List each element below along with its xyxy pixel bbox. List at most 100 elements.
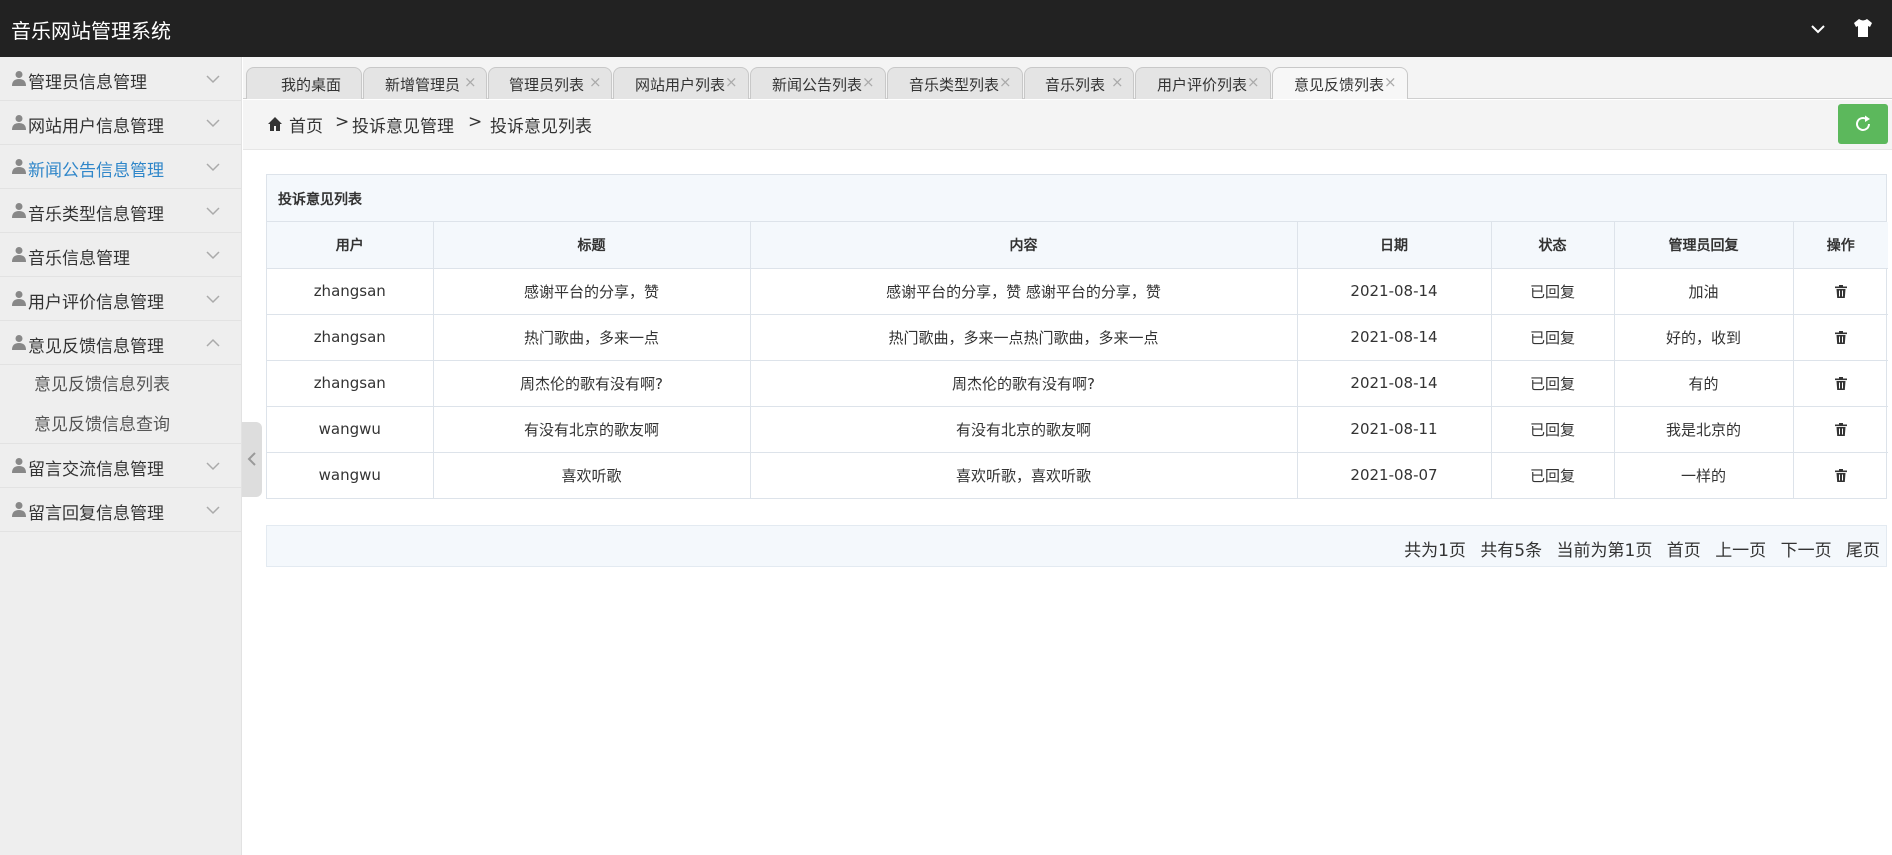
table-cell: 已回复 — [1491, 268, 1615, 315]
sidebar-collapse-handle[interactable] — [242, 422, 262, 497]
sidebar-item[interactable]: 留言交流信息管理 — [0, 444, 241, 488]
pager-current-page: 当前为第1页 — [1556, 541, 1653, 561]
pager-next-link[interactable]: 下一页 — [1781, 541, 1832, 561]
chevron-down-icon — [206, 295, 220, 304]
trash-icon[interactable] — [1834, 285, 1847, 298]
tab[interactable]: 新闻公告列表 × — [750, 67, 886, 99]
home-icon — [268, 117, 282, 131]
breadcrumb-level1[interactable]: 投诉意见管理 — [352, 112, 454, 137]
sidebar-item[interactable]: 音乐信息管理 — [0, 233, 241, 277]
close-icon[interactable]: × — [1111, 73, 1124, 91]
tab[interactable]: 音乐类型列表 × — [887, 67, 1023, 99]
table-row: wangwu 喜欢听歌 喜欢听歌，喜欢听歌 2021-08-07 已回复 一样的 — [267, 452, 1888, 498]
table-cell: 已回复 — [1491, 360, 1615, 407]
close-icon[interactable]: × — [464, 73, 477, 91]
chevron-down-icon — [206, 163, 220, 172]
user-icon — [12, 247, 26, 262]
tab-label: 网站用户列表 — [635, 76, 726, 94]
close-icon[interactable]: × — [589, 73, 602, 91]
tab[interactable]: 管理员列表 × — [488, 67, 612, 99]
pager-first-link[interactable]: 首页 — [1667, 541, 1701, 561]
table-cell-actions — [1793, 360, 1888, 407]
chevron-down-icon[interactable] — [1808, 19, 1828, 39]
user-icon — [12, 115, 26, 130]
column-header: 状态 — [1491, 222, 1615, 269]
sidebar-item[interactable]: 音乐类型信息管理 — [0, 189, 241, 233]
breadcrumb-home[interactable]: 首页 — [289, 112, 323, 137]
table-cell: 2021-08-14 — [1297, 268, 1492, 315]
breadcrumb-level2: 投诉意见列表 — [490, 117, 592, 137]
table-cell-actions — [1793, 406, 1888, 453]
table-cell: 热门歌曲，多来一点 — [433, 314, 751, 361]
breadcrumb-separator: > — [468, 112, 483, 132]
close-icon[interactable]: × — [1247, 73, 1260, 91]
table-row: wangwu 有没有北京的歌友啊 有没有北京的歌友啊 2021-08-11 已回复 我是北… — [267, 406, 1888, 453]
sidebar-item[interactable]: 用户评价信息管理 — [0, 277, 241, 321]
table-cell: 周杰伦的歌有没有啊? — [433, 360, 751, 407]
user-icon — [12, 291, 26, 306]
tab-label: 用户评价列表 — [1157, 76, 1248, 94]
table-cell: 喜欢听歌 — [433, 452, 751, 498]
sidebar-item[interactable]: 意见反馈信息管理 — [0, 321, 241, 365]
chevron-left-icon — [247, 452, 256, 466]
close-icon[interactable]: × — [1384, 73, 1397, 91]
tab-label: 我的桌面 — [281, 76, 342, 94]
sidebar-item[interactable]: 网站用户信息管理 — [0, 101, 241, 145]
trash-icon[interactable] — [1834, 469, 1847, 483]
sidebar-subitem[interactable]: 意见反馈信息列表 — [0, 373, 241, 413]
tab-label: 音乐类型列表 — [909, 76, 1000, 94]
table-cell: 周杰伦的歌有没有啊? — [750, 360, 1298, 407]
table-cell: 有没有北京的歌友啊 — [433, 406, 751, 453]
table-cell: 我是北京的 — [1614, 406, 1794, 453]
tab-label: 音乐列表 — [1045, 76, 1106, 94]
trash-icon[interactable] — [1834, 423, 1847, 436]
tab[interactable]: 新增管理员 × — [363, 67, 487, 99]
sidebar-item-label: 用户评价信息管理 — [28, 293, 164, 313]
sidebar-item[interactable]: 管理员信息管理 — [0, 57, 241, 101]
pager-prev-link[interactable]: 上一页 — [1715, 541, 1766, 561]
table-cell-actions — [1793, 452, 1888, 498]
column-header: 日期 — [1297, 222, 1492, 269]
pager-total-pages: 共为1页 — [1404, 541, 1466, 561]
refresh-button[interactable] — [1838, 104, 1888, 144]
pagination: 共为1页 共有5条 当前为第1页 首页 上一页 下一页 尾页 — [266, 525, 1887, 567]
close-icon[interactable]: × — [862, 73, 875, 91]
sidebar-item-label: 新闻公告信息管理 — [28, 161, 164, 181]
table-cell: 喜欢听歌，喜欢听歌 — [750, 452, 1298, 498]
sidebar-item-label: 管理员信息管理 — [28, 73, 147, 93]
chevron-down-icon — [206, 462, 220, 471]
table-cell: wangwu — [267, 452, 434, 498]
trash-icon[interactable] — [1834, 331, 1847, 344]
sidebar-item[interactable]: 新闻公告信息管理 — [0, 145, 241, 189]
tab[interactable]: 意见反馈列表 × — [1272, 67, 1408, 99]
sidebar-item[interactable]: 留言回复信息管理 — [0, 488, 241, 532]
table-cell: 加油 — [1614, 268, 1794, 315]
sidebar-item-label: 网站用户信息管理 — [28, 117, 164, 137]
chevron-down-icon — [206, 207, 220, 216]
tab[interactable]: 用户评价列表 × — [1135, 67, 1271, 99]
user-icon — [12, 502, 26, 517]
close-icon[interactable]: × — [999, 73, 1012, 91]
table-row: zhangsan 感谢平台的分享，赞 感谢平台的分享，赞 感谢平台的分享，赞 2021… — [267, 268, 1888, 315]
table-cell: 2021-08-11 — [1297, 406, 1492, 453]
tab[interactable]: 音乐列表 × — [1024, 67, 1134, 99]
tab-label: 意见反馈列表 — [1294, 76, 1385, 94]
feedback-list-panel: 投诉意见列表 用户 标题 内容 日期 状态 管理员回复 操作 zhangsan 感谢平台的分享… — [266, 174, 1888, 499]
close-icon[interactable]: × — [725, 73, 738, 91]
user-icon — [12, 71, 26, 86]
trash-icon[interactable] — [1834, 377, 1847, 390]
table-cell: 已回复 — [1491, 314, 1615, 361]
tab[interactable]: 我的桌面 — [246, 67, 362, 99]
pager-last-link[interactable]: 尾页 — [1846, 541, 1880, 561]
tshirt-icon[interactable] — [1852, 17, 1874, 39]
chevron-down-icon — [206, 251, 220, 260]
tab[interactable]: 网站用户列表 × — [613, 67, 749, 99]
column-header: 内容 — [750, 222, 1298, 269]
refresh-icon — [1856, 115, 1870, 131]
table-cell: zhangsan — [267, 314, 434, 361]
tab-label: 新增管理员 — [385, 76, 461, 94]
chevron-up-icon — [206, 338, 220, 347]
tab-label: 管理员列表 — [509, 76, 585, 94]
table-row: zhangsan 热门歌曲，多来一点 热门歌曲，多来一点热门歌曲，多来一点 2021-… — [267, 314, 1888, 361]
table-cell: 有没有北京的歌友啊 — [750, 406, 1298, 453]
